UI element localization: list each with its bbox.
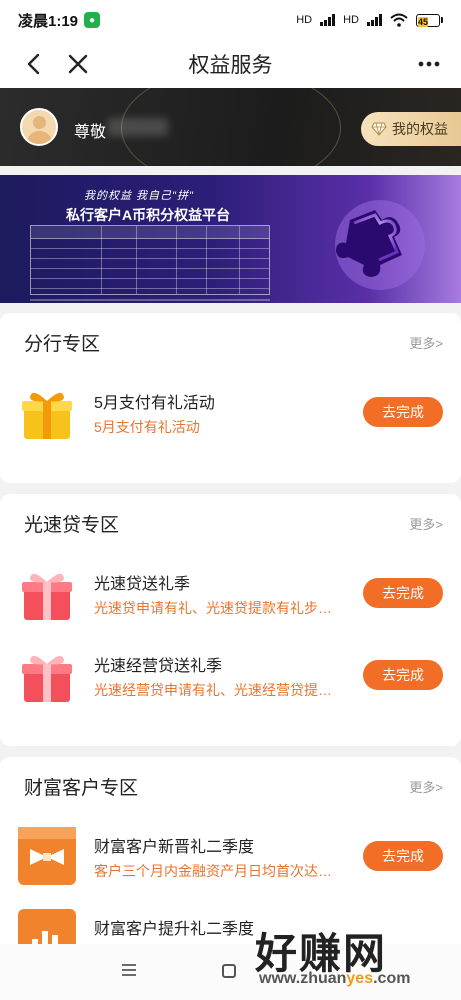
item-title: 光速贷送礼季 xyxy=(94,576,191,593)
item-subtitle: 客户三个月内金融资产月日均首次达… xyxy=(94,863,332,879)
banner-footnote xyxy=(30,299,270,301)
item-subtitle: 光速贷申请有礼、光速贷提款有礼步… xyxy=(94,600,332,616)
avatar[interactable] xyxy=(20,108,58,146)
complete-button[interactable]: 去完成 xyxy=(363,397,443,427)
promo-banner[interactable]: 我的权益 我自己"拼" 私行客户A币积分权益平台 xyxy=(0,175,461,303)
item-title: 财富客户新晋礼二季度 xyxy=(94,839,255,856)
more-link[interactable]: 更多> xyxy=(409,514,443,533)
item-subtitle: 5月支付有礼活动 xyxy=(94,419,200,435)
network-label-2: HD xyxy=(343,14,359,26)
complete-button[interactable]: 去完成 xyxy=(363,841,443,871)
watermark-url-prefix: www.zhuan xyxy=(259,970,347,987)
watermark-logo: 好赚网 www.zhuanyes.com xyxy=(255,920,455,990)
complete-button[interactable]: 去完成 xyxy=(363,660,443,690)
gift-red-icon xyxy=(22,655,72,702)
battery-icon: 45 xyxy=(416,13,443,27)
section-title: 分行专区 xyxy=(24,334,101,355)
watermark-url-suffix: .com xyxy=(373,970,411,987)
user-header: 尊敬 我的权益 xyxy=(0,88,461,166)
home-icon[interactable] xyxy=(222,964,236,978)
my-rights-label: 我的权益 xyxy=(392,121,448,137)
menu-icon[interactable] xyxy=(121,962,137,978)
more-icon[interactable] xyxy=(417,52,441,76)
banner-title: 私行客户A币积分权益平台 xyxy=(66,207,231,223)
close-icon[interactable] xyxy=(64,50,92,78)
my-rights-button[interactable]: 我的权益 xyxy=(361,112,461,146)
greeting-text: 尊敬 xyxy=(74,124,107,141)
item-title: 光速经营贷送礼季 xyxy=(94,658,223,675)
complete-button[interactable]: 去完成 xyxy=(363,578,443,608)
gift-red-icon xyxy=(22,573,72,620)
back-icon[interactable] xyxy=(20,50,48,78)
status-bar: 凌晨1:19 ● HD HD 45 xyxy=(0,0,461,40)
diamond-icon xyxy=(371,122,387,136)
network-label-1: HD xyxy=(296,14,313,26)
watermark-url-highlight: yes xyxy=(346,970,374,987)
bow-badge-icon xyxy=(18,827,76,885)
loan-section: 光速贷专区 更多> 光速贷送礼季 光速贷申请有礼、光速贷提款有礼步… 去完成 光… xyxy=(0,494,461,746)
blurred-name xyxy=(108,118,168,136)
item-subtitle: 光速经营贷申请有礼、光速经营贷提… xyxy=(94,682,332,698)
section-title: 光速贷专区 xyxy=(24,515,120,536)
wechat-icon: ● xyxy=(84,12,101,28)
signal-icon xyxy=(320,14,336,26)
branch-section: 分行专区 更多> 5月支付有礼活动 5月支付有礼活动 去完成 xyxy=(0,313,461,483)
banner-tagline: 我的权益 我自己"拼" xyxy=(84,190,194,202)
watermark-url: www.zhuanyes.com xyxy=(259,970,410,988)
puzzle-icon xyxy=(335,200,425,290)
status-time: 凌晨1:19 xyxy=(18,12,79,30)
signal-icon-2 xyxy=(367,14,382,26)
banner-table xyxy=(30,225,270,295)
battery-level: 45 xyxy=(418,16,429,27)
section-title: 财富客户专区 xyxy=(24,778,139,799)
nav-bar: 权益服务 xyxy=(0,40,461,88)
item-title: 财富客户提升礼二季度 xyxy=(94,921,255,938)
more-link[interactable]: 更多> xyxy=(409,777,443,796)
gift-gold-icon xyxy=(22,392,72,439)
more-link[interactable]: 更多> xyxy=(409,333,443,352)
status-indicators: HD HD 45 xyxy=(296,13,443,27)
wifi-icon xyxy=(390,13,408,27)
item-title: 5月支付有礼活动 xyxy=(94,395,215,412)
